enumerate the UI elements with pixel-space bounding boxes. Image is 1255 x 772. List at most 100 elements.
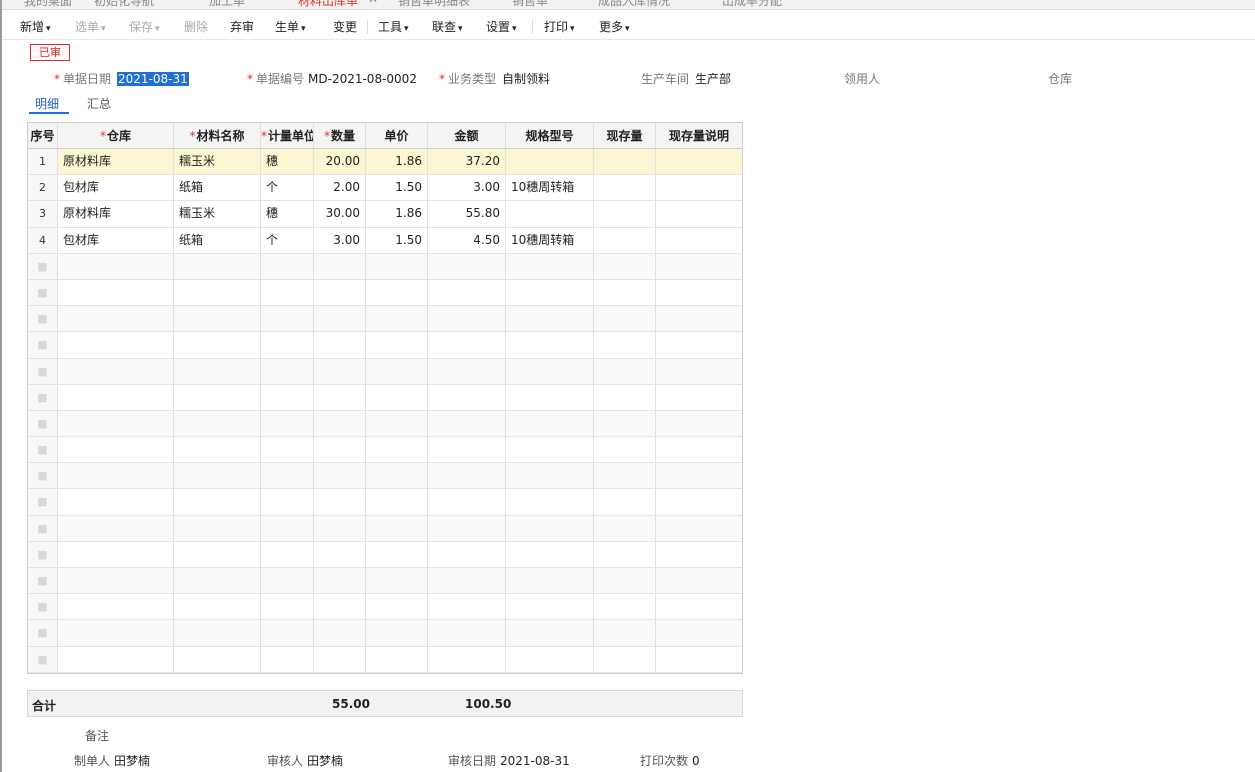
- cell-unit[interactable]: 穗: [261, 149, 314, 175]
- cell-stock-desc[interactable]: [656, 542, 742, 567]
- cell-stock[interactable]: [594, 279, 656, 306]
- cell-spec[interactable]: [506, 332, 594, 358]
- cell-amount[interactable]: [428, 594, 506, 620]
- cell-material[interactable]: [174, 358, 261, 384]
- cell-stock[interactable]: [594, 306, 656, 332]
- cell-unit[interactable]: [261, 279, 314, 306]
- cell-stock-desc[interactable]: [656, 175, 742, 200]
- cell-spec[interactable]: 10穗周转箱: [506, 227, 594, 253]
- table-row[interactable]: ■: [28, 253, 742, 280]
- cell-stock-desc[interactable]: [656, 620, 742, 645]
- cell-material[interactable]: 纸箱: [174, 175, 261, 201]
- cell-price[interactable]: [366, 541, 428, 567]
- cell-qty[interactable]: [314, 594, 366, 620]
- cell-amount[interactable]: [428, 515, 506, 541]
- col-header-price[interactable]: 单价: [366, 123, 428, 148]
- cell-qty[interactable]: [314, 253, 366, 279]
- cell-warehouse[interactable]: [58, 279, 174, 306]
- cell-material[interactable]: 纸箱: [174, 227, 261, 253]
- cell-amount[interactable]: 55.80: [428, 201, 506, 227]
- cell-material[interactable]: [174, 568, 261, 594]
- settings-button[interactable]: 设置 ▾: [486, 18, 517, 35]
- cell-stock-desc[interactable]: [656, 516, 742, 541]
- cell-spec[interactable]: [506, 568, 594, 594]
- cell-unit[interactable]: [261, 568, 314, 594]
- table-row[interactable]: 4 包材库 纸箱个 3.00 1.50 4.50 10穗周转箱: [28, 227, 742, 254]
- col-header-stock-desc[interactable]: 现存量说明: [656, 123, 742, 148]
- cell-price[interactable]: [366, 646, 428, 672]
- cell-price[interactable]: [366, 279, 428, 306]
- cell-qty[interactable]: [314, 489, 366, 515]
- cell-amount[interactable]: [428, 463, 506, 489]
- table-row[interactable]: ■: [28, 332, 742, 359]
- table-row[interactable]: ■: [28, 515, 742, 542]
- close-icon[interactable]: ✕: [368, 0, 378, 8]
- cell-warehouse[interactable]: [58, 620, 174, 646]
- cell-amount[interactable]: [428, 279, 506, 306]
- cell-warehouse[interactable]: [58, 594, 174, 620]
- new-button[interactable]: 新增 ▾: [20, 18, 51, 35]
- cell-qty[interactable]: [314, 384, 366, 410]
- cell-unit[interactable]: [261, 253, 314, 279]
- cell-stock-desc[interactable]: [656, 463, 742, 488]
- cell-qty[interactable]: [314, 306, 366, 332]
- col-header-stock[interactable]: 现存量: [594, 123, 656, 148]
- tab-detail[interactable]: 明细: [35, 95, 59, 112]
- doc-code-input[interactable]: MD-2021-08-0002: [308, 72, 417, 86]
- cell-stock-desc[interactable]: [656, 280, 742, 305]
- cell-stock[interactable]: [594, 541, 656, 567]
- cell-qty[interactable]: [314, 620, 366, 646]
- print-button[interactable]: 打印 ▾: [544, 18, 575, 35]
- cell-price[interactable]: [366, 620, 428, 646]
- cell-material[interactable]: [174, 463, 261, 489]
- cell-material[interactable]: [174, 306, 261, 332]
- cell-price[interactable]: [366, 253, 428, 279]
- cell-warehouse[interactable]: [58, 568, 174, 594]
- cell-qty[interactable]: [314, 515, 366, 541]
- cell-stock[interactable]: [594, 620, 656, 646]
- cell-unit[interactable]: [261, 358, 314, 384]
- pick-button[interactable]: 选单 ▾: [75, 18, 106, 35]
- cell-stock[interactable]: [594, 332, 656, 358]
- table-row[interactable]: 1 原材料库 糯玉米穗 20.00 1.86 37.20: [28, 149, 742, 176]
- cell-stock-desc[interactable]: [656, 149, 742, 174]
- cell-material[interactable]: [174, 384, 261, 410]
- cell-spec[interactable]: [506, 620, 594, 646]
- cell-price[interactable]: [366, 358, 428, 384]
- cell-qty[interactable]: 3.00: [314, 227, 366, 253]
- cell-stock[interactable]: [594, 489, 656, 515]
- table-row[interactable]: ■: [28, 489, 742, 516]
- cell-warehouse[interactable]: [58, 253, 174, 279]
- cell-amount[interactable]: [428, 306, 506, 332]
- cell-warehouse[interactable]: [58, 541, 174, 567]
- cell-stock[interactable]: [594, 515, 656, 541]
- cell-amount[interactable]: [428, 568, 506, 594]
- cell-spec[interactable]: [506, 646, 594, 672]
- table-row[interactable]: ■: [28, 620, 742, 647]
- cell-spec[interactable]: [506, 489, 594, 515]
- cell-unit[interactable]: 个: [261, 175, 314, 201]
- cell-qty[interactable]: [314, 358, 366, 384]
- remark-label[interactable]: 备注: [85, 727, 109, 744]
- cell-amount[interactable]: [428, 410, 506, 437]
- cell-price[interactable]: [366, 384, 428, 410]
- tab-sales-detail[interactable]: 销售单明细表: [398, 0, 470, 8]
- cell-stock[interactable]: [594, 594, 656, 620]
- cell-qty[interactable]: [314, 279, 366, 306]
- cell-stock[interactable]: [594, 149, 656, 175]
- col-header-warehouse[interactable]: *仓库: [58, 123, 174, 148]
- cell-warehouse[interactable]: 包材库: [58, 175, 174, 201]
- cell-warehouse[interactable]: [58, 358, 174, 384]
- cell-price[interactable]: 1.50: [366, 175, 428, 201]
- cell-material[interactable]: [174, 515, 261, 541]
- cell-material[interactable]: [174, 594, 261, 620]
- cell-amount[interactable]: [428, 332, 506, 358]
- cell-stock[interactable]: [594, 646, 656, 672]
- cell-warehouse[interactable]: [58, 332, 174, 358]
- cell-unit[interactable]: [261, 620, 314, 646]
- cell-price[interactable]: [366, 515, 428, 541]
- biz-type-input[interactable]: 自制领料: [502, 72, 550, 86]
- cell-warehouse[interactable]: 原材料库: [58, 149, 174, 175]
- col-header-material[interactable]: *材料名称: [174, 123, 261, 148]
- cell-price[interactable]: 1.50: [366, 227, 428, 253]
